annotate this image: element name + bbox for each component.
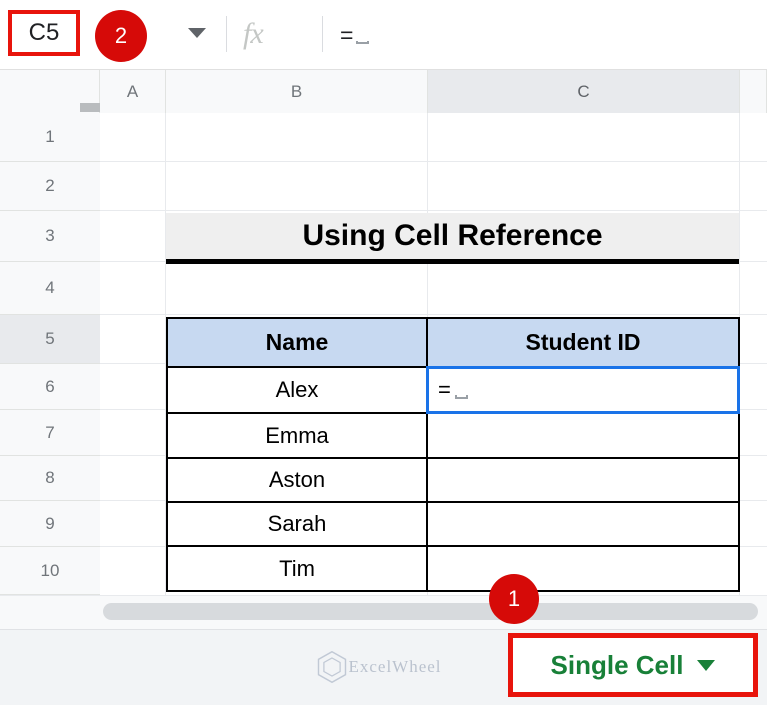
caret-down-icon[interactable] (697, 659, 716, 671)
chevron-down-icon[interactable] (188, 28, 206, 38)
row-header-5[interactable]: 5 (0, 315, 100, 364)
fx-icon: fx (243, 17, 264, 50)
google-sheets-window: C5 fx = 2 A B C 1 2 3 4 5 6 7 8 9 10 Usi… (0, 0, 767, 705)
column-header-row: A B C (0, 70, 767, 113)
row-header-2[interactable]: 2 (0, 162, 100, 211)
annotation-badge-2: 2 (95, 10, 147, 62)
cell-area[interactable]: Using Cell Reference Name Student ID Ale… (100, 113, 767, 595)
table-header-student-id: Student ID (426, 317, 740, 368)
select-all-icon (80, 103, 100, 112)
formula-bar-divider-2 (322, 16, 323, 52)
row-header-6[interactable]: 6 (0, 364, 100, 410)
row-header-8[interactable]: 8 (0, 456, 100, 501)
select-all-corner[interactable] (0, 70, 100, 113)
table-cell-student-id[interactable] (426, 545, 740, 592)
text-cursor-icon (454, 395, 468, 399)
formula-bar-divider-1 (226, 16, 227, 52)
active-cell-c5[interactable]: = (426, 366, 740, 414)
gridline-row-2 (100, 210, 767, 211)
row-header-10[interactable]: 10 (0, 547, 100, 595)
name-box-value: C5 (28, 19, 60, 46)
table-row[interactable]: Tim (166, 545, 428, 592)
row-header-7[interactable]: 7 (0, 410, 100, 456)
row-header-9[interactable]: 9 (0, 501, 100, 547)
sheet-tab-single-cell[interactable]: Single Cell (508, 633, 758, 697)
text-cursor-icon (356, 40, 370, 44)
gridline-row-1 (100, 161, 767, 162)
worksheet-title: Using Cell Reference (166, 213, 739, 264)
formula-input-value: = (340, 21, 354, 48)
formula-input[interactable]: = (340, 16, 370, 54)
active-cell-value: = (438, 377, 451, 402)
table-row[interactable]: Sarah (166, 501, 428, 547)
table-cell-student-id[interactable] (426, 412, 740, 459)
table-row[interactable]: Aston (166, 457, 428, 503)
table-cell-student-id[interactable] (426, 501, 740, 547)
sheet-tab-single-cell-inner: Single Cell (551, 650, 716, 681)
column-header-b[interactable]: B (166, 70, 428, 113)
row-header-1[interactable]: 1 (0, 113, 100, 162)
row-header-column: 1 2 3 4 5 6 7 8 9 10 (0, 113, 100, 595)
table-cell-student-id[interactable] (426, 457, 740, 503)
horizontal-scrollbar-thumb[interactable] (103, 603, 758, 620)
sheet-tab-single-cell-label: Single Cell (550, 649, 684, 680)
column-header-a[interactable]: A (100, 70, 166, 113)
table-row[interactable]: Emma (166, 412, 428, 459)
row-header-4[interactable]: 4 (0, 262, 100, 315)
table-row[interactable]: Alex (166, 366, 428, 414)
name-box[interactable]: C5 (8, 10, 80, 56)
column-header-c[interactable]: C (428, 70, 740, 113)
column-header-d[interactable] (740, 70, 767, 113)
spreadsheet-grid: A B C 1 2 3 4 5 6 7 8 9 10 Using Cell Re… (0, 70, 767, 595)
gridline-row-4 (100, 314, 767, 315)
table-header-name: Name (166, 317, 428, 368)
annotation-badge-1: 1 (489, 574, 539, 624)
row-header-3[interactable]: 3 (0, 211, 100, 262)
